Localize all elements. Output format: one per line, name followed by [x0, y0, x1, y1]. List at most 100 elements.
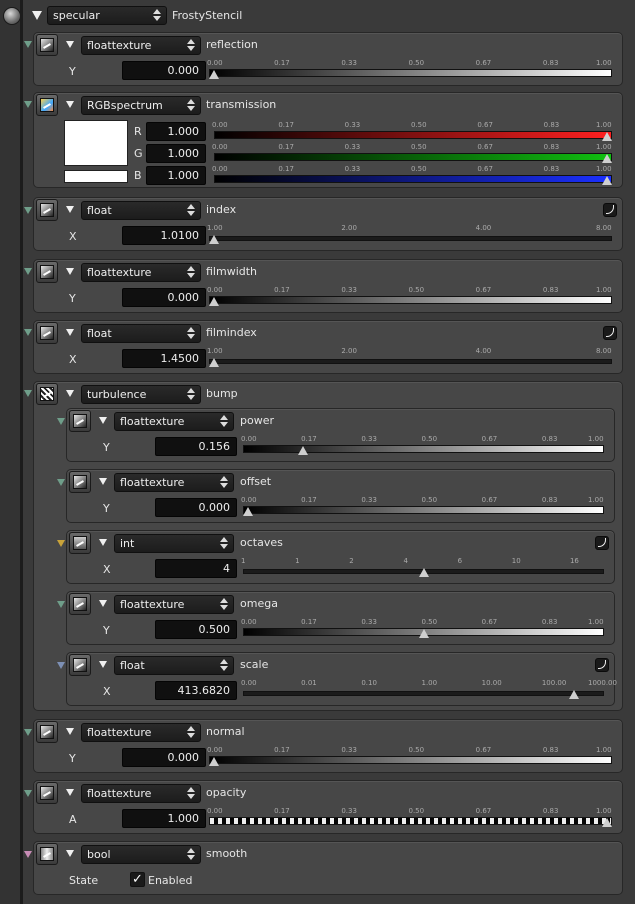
slider-knob[interactable]	[209, 297, 219, 306]
collapse-triangle-icon[interactable]	[66, 329, 74, 336]
value-slider[interactable]: 1.00 2.00 4.00 8.00	[207, 347, 612, 371]
value-field[interactable]: 0.156	[155, 437, 237, 456]
slider-knob[interactable]	[243, 507, 253, 516]
value-slider[interactable]: 0.00 0.17 0.33 0.50 0.67 0.83 1.00	[207, 807, 612, 831]
slider-track[interactable]	[209, 359, 612, 364]
type-dropdown[interactable]: floattexture	[81, 784, 201, 803]
value-field[interactable]: 1.0100	[122, 226, 206, 245]
smooth-checkbox[interactable]: ✓	[130, 872, 145, 887]
collapse-triangle-icon[interactable]	[66, 789, 74, 796]
connector-index[interactable]	[24, 207, 32, 214]
slider-knob[interactable]	[297, 446, 308, 455]
connector-octaves[interactable]	[57, 540, 65, 547]
slider-knob[interactable]	[602, 818, 612, 827]
value-slider[interactable]: 0.00 0.17 0.33 0.50 0.67 0.83 1.00	[241, 435, 604, 459]
type-dropdown[interactable]: floattexture	[81, 723, 201, 742]
slider-track[interactable]	[243, 691, 604, 696]
collapse-triangle-icon[interactable]	[32, 11, 42, 20]
slider-knob[interactable]	[209, 70, 219, 79]
connector-omega[interactable]	[57, 601, 65, 608]
slider-knob[interactable]	[209, 235, 219, 244]
slider-knob[interactable]	[209, 757, 219, 766]
value-field[interactable]: 1.000	[122, 809, 206, 828]
texture-slot-button[interactable]	[69, 593, 91, 615]
color-swatch[interactable]	[64, 120, 128, 166]
type-dropdown[interactable]: floattexture	[81, 263, 201, 282]
texture-slot-button[interactable]	[36, 383, 58, 405]
slider-knob[interactable]	[602, 176, 612, 185]
value-field[interactable]: 0.000	[122, 288, 206, 307]
connector-smooth[interactable]	[24, 851, 32, 858]
slider-track[interactable]	[214, 153, 612, 161]
value-slider[interactable]: 1 1 2 4 6 10 16	[241, 557, 604, 581]
value-slider[interactable]: 0.00 0.17 0.33 0.50 0.67 0.83 1.00	[207, 286, 612, 310]
type-dropdown[interactable]: floattexture	[114, 595, 234, 614]
collapse-triangle-icon[interactable]	[66, 728, 74, 735]
type-dropdown[interactable]: int	[114, 534, 234, 553]
connector-filmindex[interactable]	[24, 329, 32, 336]
slider-knob[interactable]	[418, 629, 429, 638]
texture-slot-button[interactable]	[36, 721, 58, 743]
type-dropdown[interactable]: float	[114, 656, 234, 675]
collapse-triangle-icon[interactable]	[99, 600, 107, 607]
material-type-dropdown[interactable]: specular	[47, 6, 167, 25]
slider-knob[interactable]	[418, 568, 429, 577]
value-slider[interactable]: 0.00 0.17 0.33 0.50 0.67 0.83 1.00	[241, 496, 604, 520]
connector-normal[interactable]	[24, 729, 32, 736]
texture-slot-button[interactable]	[69, 471, 91, 493]
type-dropdown[interactable]: turbulence	[81, 385, 201, 404]
slider-track[interactable]	[243, 506, 604, 514]
curve-icon[interactable]	[595, 658, 609, 672]
connector-transmission[interactable]	[24, 101, 32, 108]
collapse-triangle-icon[interactable]	[66, 390, 74, 397]
texture-slot-button[interactable]	[36, 782, 58, 804]
type-dropdown[interactable]: floattexture	[114, 473, 234, 492]
texture-slot-button[interactable]	[36, 94, 58, 116]
curve-icon[interactable]	[603, 326, 617, 340]
slider-r[interactable]: 0.00 0.17 0.33 0.50 0.67 0.83 1.00	[212, 121, 612, 145]
connector-filmwidth[interactable]	[24, 268, 32, 275]
texture-slot-button[interactable]	[69, 532, 91, 554]
value-field-g[interactable]: 1.000	[146, 144, 206, 163]
color-swatch-strip[interactable]	[64, 170, 128, 183]
value-field-r[interactable]: 1.000	[146, 122, 206, 141]
collapse-triangle-icon[interactable]	[99, 478, 107, 485]
texture-slot-button[interactable]	[69, 410, 91, 432]
collapse-triangle-icon[interactable]	[66, 41, 74, 48]
slider-track[interactable]	[214, 175, 612, 183]
type-dropdown[interactable]: floattexture	[114, 412, 234, 431]
curve-icon[interactable]	[603, 203, 617, 217]
value-field[interactable]: 0.000	[122, 748, 206, 767]
value-field[interactable]: 413.6820	[155, 681, 237, 700]
value-field[interactable]: 0.000	[155, 498, 237, 517]
texture-slot-button[interactable]	[36, 322, 58, 344]
slider-track[interactable]	[209, 756, 612, 764]
texture-slot-button[interactable]	[36, 843, 58, 865]
slider-knob[interactable]	[602, 132, 612, 141]
slider-track[interactable]	[209, 817, 612, 825]
type-dropdown[interactable]: floattexture	[81, 36, 201, 55]
connector-scale[interactable]	[57, 662, 65, 669]
connector-reflection[interactable]	[24, 41, 32, 48]
slider-knob[interactable]	[602, 154, 612, 163]
connector-opacity[interactable]	[24, 790, 32, 797]
texture-slot-button[interactable]	[69, 654, 91, 676]
slider-knob[interactable]	[209, 358, 219, 367]
type-dropdown[interactable]: float	[81, 324, 201, 343]
connector-bump[interactable]	[24, 390, 32, 397]
value-field-b[interactable]: 1.000	[146, 166, 206, 185]
texture-slot-button[interactable]	[36, 34, 58, 56]
collapse-triangle-icon[interactable]	[99, 539, 107, 546]
value-field[interactable]: 1.4500	[122, 349, 206, 368]
slider-track[interactable]	[209, 296, 612, 304]
collapse-triangle-icon[interactable]	[99, 661, 107, 668]
slider-track[interactable]	[214, 131, 612, 139]
slider-knob[interactable]	[569, 690, 580, 699]
value-slider[interactable]: 0.00 0.17 0.33 0.50 0.67 0.83 1.00	[207, 746, 612, 770]
slider-b[interactable]: 0.00 0.17 0.33 0.50 0.67 0.83 1.00	[212, 165, 612, 189]
collapse-triangle-icon[interactable]	[66, 206, 74, 213]
texture-slot-button[interactable]	[36, 199, 58, 221]
collapse-triangle-icon[interactable]	[66, 101, 74, 108]
value-field[interactable]: 4	[155, 559, 237, 578]
type-dropdown[interactable]: float	[81, 201, 201, 220]
